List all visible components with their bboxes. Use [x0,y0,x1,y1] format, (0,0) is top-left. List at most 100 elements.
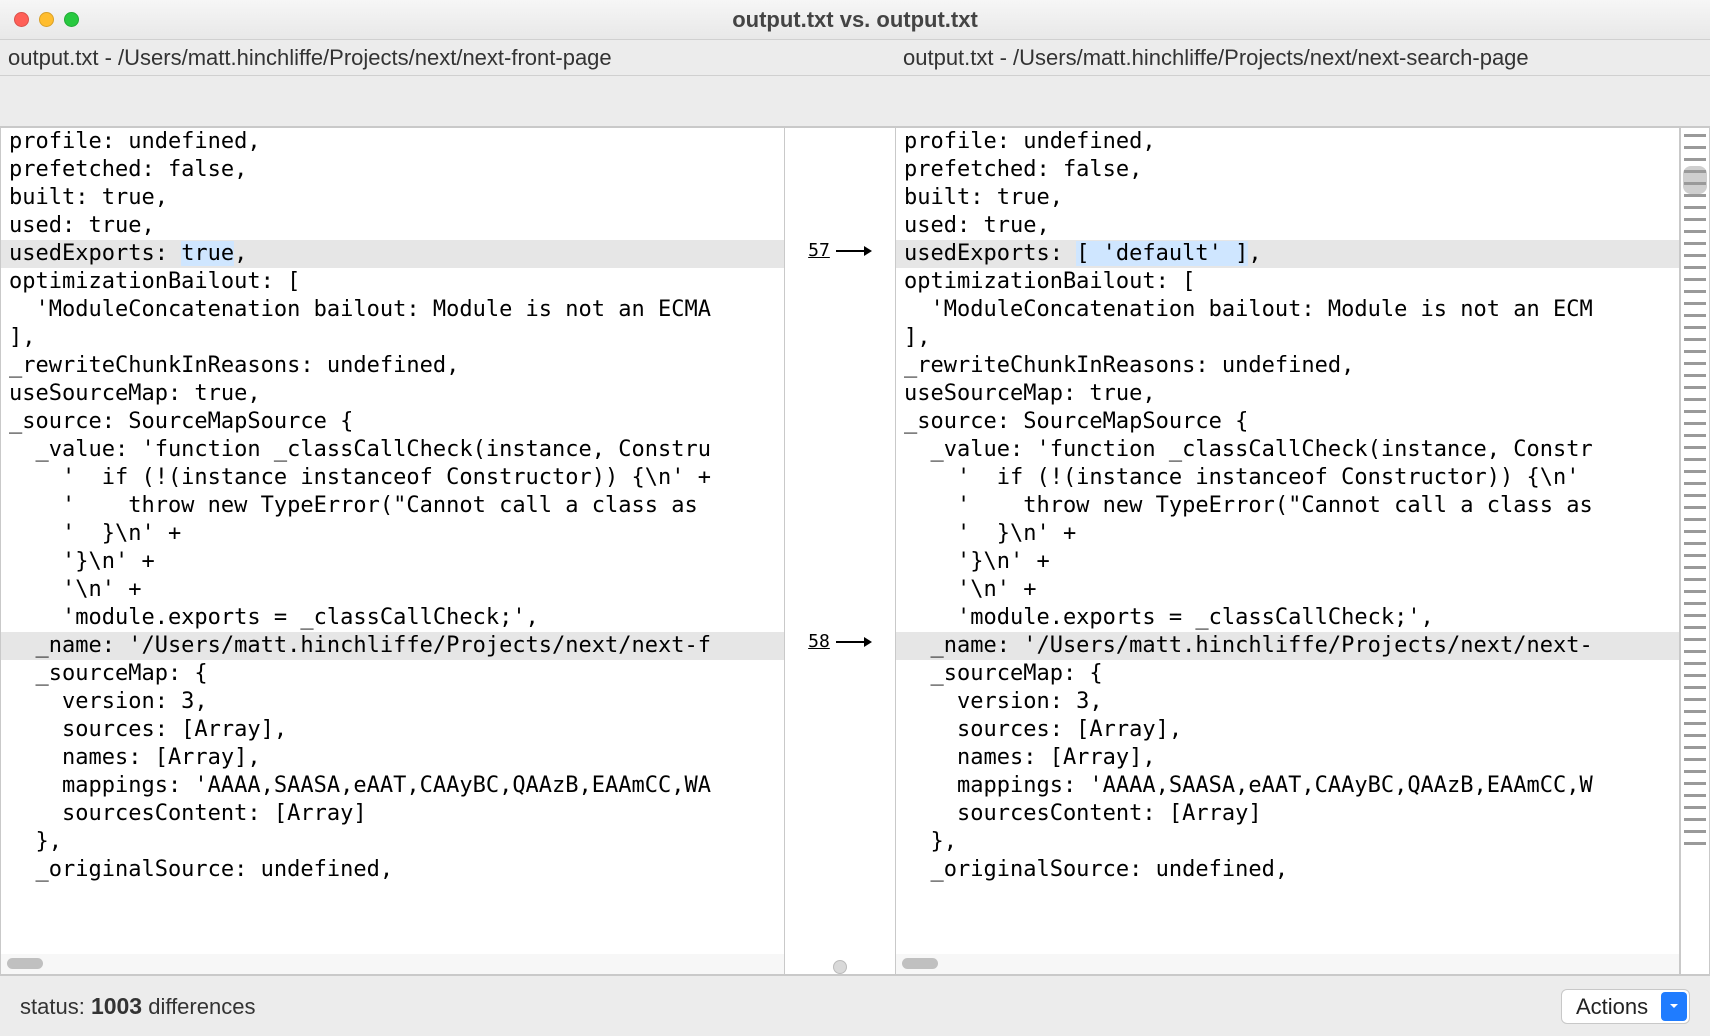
code-line[interactable]: names: [Array], [896,744,1679,772]
code-line[interactable]: sourcesContent: [Array] [896,800,1679,828]
overview-tick [1684,770,1706,773]
code-line[interactable]: names: [Array], [1,744,784,772]
code-line[interactable]: _rewriteChunkInReasons: undefined, [1,352,784,380]
overview-tick [1684,590,1706,593]
code-line[interactable]: _value: 'function _classCallCheck(instan… [1,436,784,464]
code-line[interactable]: version: 3, [1,688,784,716]
code-line[interactable]: optimizationBailout: [ [1,268,784,296]
diff-count: 1003 [91,993,142,1019]
code-line[interactable]: _name: '/Users/matt.hinchliffe/Projects/… [896,632,1679,660]
status-label: status: [20,994,85,1019]
code-line[interactable]: '}\n' + [1,548,784,576]
code-line[interactable]: prefetched: false, [1,156,784,184]
toolbar-gap [0,76,1710,126]
code-line[interactable]: prefetched: false, [896,156,1679,184]
code-line[interactable]: used: true, [896,212,1679,240]
overview-tick [1684,182,1706,185]
overview-ruler[interactable] [1680,127,1710,975]
chevron-down-icon [1661,992,1687,1021]
overview-tick [1684,734,1706,737]
code-line[interactable]: 'module.exports = _classCallCheck;', [896,604,1679,632]
overview-tick [1684,134,1706,137]
overview-tick [1684,422,1706,425]
code-line[interactable]: _source: SourceMapSource { [1,408,784,436]
code-line[interactable]: '}\n' + [896,548,1679,576]
code-line[interactable]: profile: undefined, [1,128,784,156]
scrollbar-thumb[interactable] [7,958,43,969]
code-line[interactable]: _originalSource: undefined, [1,856,784,884]
code-line[interactable]: _name: '/Users/matt.hinchliffe/Projects/… [1,632,784,660]
split-handle-icon[interactable] [833,960,847,974]
overview-tick [1684,698,1706,701]
code-line[interactable]: built: true, [896,184,1679,212]
code-line[interactable]: _originalSource: undefined, [896,856,1679,884]
close-icon[interactable] [14,12,29,27]
code-line[interactable]: 'module.exports = _classCallCheck;', [1,604,784,632]
overview-tick [1684,758,1706,761]
left-horizontal-scrollbar[interactable] [1,954,784,974]
code-line[interactable]: useSourceMap: true, [1,380,784,408]
code-line[interactable]: version: 3, [896,688,1679,716]
code-line[interactable]: built: true, [1,184,784,212]
overview-tick [1684,542,1706,545]
code-line[interactable]: sources: [Array], [896,716,1679,744]
overview-tick [1684,626,1706,629]
overview-tick [1684,158,1706,161]
overview-tick [1684,374,1706,377]
code-line[interactable]: }, [1,828,784,856]
overview-tick [1684,806,1706,809]
overview-tick [1684,506,1706,509]
overview-tick [1684,482,1706,485]
code-line[interactable]: _rewriteChunkInReasons: undefined, [896,352,1679,380]
code-line[interactable]: profile: undefined, [896,128,1679,156]
status-suffix: differences [148,994,255,1019]
code-line[interactable]: mappings: 'AAAA,SAASA,eAAT,CAAyBC,QAAzB,… [896,772,1679,800]
code-line[interactable]: _sourceMap: { [1,660,784,688]
left-content[interactable]: profile: undefined,prefetched: false,bui… [1,128,784,954]
overview-tick [1684,266,1706,269]
code-line[interactable]: ' }\n' + [896,520,1679,548]
code-line[interactable]: sourcesContent: [Array] [1,800,784,828]
code-line[interactable]: 'ModuleConcatenation bailout: Module is … [1,296,784,324]
code-line[interactable]: ' if (!(instance instanceof Constructor)… [1,464,784,492]
code-line[interactable]: '\n' + [1,576,784,604]
code-line[interactable]: useSourceMap: true, [896,380,1679,408]
code-line[interactable]: 'ModuleConcatenation bailout: Module is … [896,296,1679,324]
code-line[interactable]: usedExports: true, [1,240,784,268]
code-line[interactable]: ], [1,324,784,352]
code-line[interactable]: usedExports: [ 'default' ], [896,240,1679,268]
code-line[interactable]: sources: [Array], [1,716,784,744]
code-line[interactable]: mappings: 'AAAA,SAASA,eAAT,CAAyBC,QAAzB,… [1,772,784,800]
code-line[interactable]: ' throw new TypeError("Cannot call a cla… [896,492,1679,520]
code-line[interactable]: '\n' + [896,576,1679,604]
code-line[interactable]: ], [896,324,1679,352]
code-line[interactable]: ' }\n' + [1,520,784,548]
diff-area: profile: undefined,prefetched: false,bui… [0,126,1710,976]
code-line[interactable]: ' throw new TypeError("Cannot call a cla… [1,492,784,520]
code-line[interactable]: _sourceMap: { [896,660,1679,688]
overview-tick [1684,146,1706,149]
left-pane[interactable]: profile: undefined,prefetched: false,bui… [0,127,785,975]
code-line[interactable]: optimizationBailout: [ [896,268,1679,296]
left-file-header: output.txt - /Users/matt.hinchliffe/Proj… [0,41,855,75]
diff-marker[interactable]: 58 [785,631,895,652]
right-content[interactable]: profile: undefined,prefetched: false,bui… [896,128,1679,954]
zoom-icon[interactable] [64,12,79,27]
actions-dropdown-wrap: Actions [1561,989,1690,1024]
overview-tick [1684,206,1706,209]
overview-tick [1684,794,1706,797]
minimize-icon[interactable] [39,12,54,27]
scrollbar-thumb[interactable] [902,958,938,969]
statusbar: status: 1003 differences Actions [0,976,1710,1036]
code-line[interactable]: _value: 'function _classCallCheck(instan… [896,436,1679,464]
overview-tick [1684,650,1706,653]
code-line[interactable]: }, [896,828,1679,856]
diff-marker[interactable]: 57 [785,240,895,261]
right-horizontal-scrollbar[interactable] [896,954,1679,974]
code-line[interactable]: ' if (!(instance instanceof Constructor)… [896,464,1679,492]
overview-tick [1684,662,1706,665]
right-pane[interactable]: profile: undefined,prefetched: false,bui… [895,127,1680,975]
code-line[interactable]: _source: SourceMapSource { [896,408,1679,436]
overview-tick [1684,446,1706,449]
code-line[interactable]: used: true, [1,212,784,240]
